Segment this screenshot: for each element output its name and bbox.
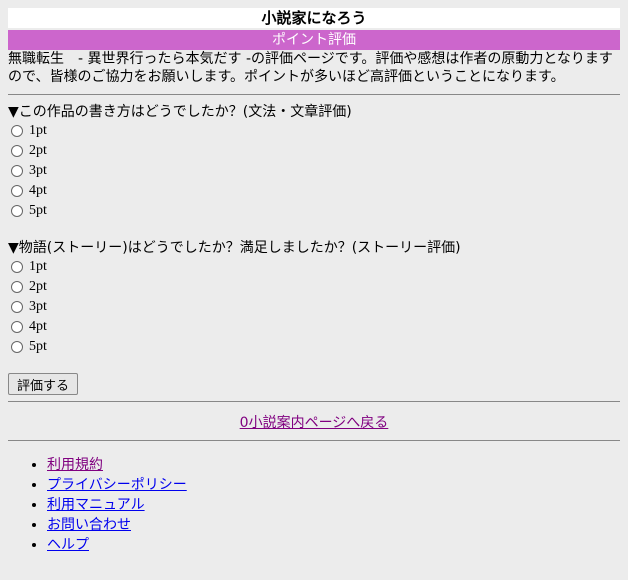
rating-option[interactable]: 2pt — [8, 277, 620, 297]
radio-button[interactable] — [11, 321, 23, 333]
list-item: 利用規約 — [47, 455, 620, 475]
question-style: ▼この作品の書き方はどうでしたか？(文法・文章評価) 1pt 2pt 3pt 4… — [8, 103, 620, 221]
radio-button[interactable] — [11, 301, 23, 313]
list-item: ヘルプ — [47, 535, 620, 555]
rating-option[interactable]: 1pt — [8, 121, 620, 141]
question-title: ▼この作品の書き方はどうでしたか？(文法・文章評価) — [8, 104, 352, 120]
option-label: 4pt — [29, 319, 47, 334]
list-item: 利用マニュアル — [47, 495, 620, 515]
site-title: 小説家になろう — [8, 8, 620, 28]
rating-option[interactable]: 5pt — [8, 337, 620, 357]
list-item: お問い合わせ — [47, 515, 620, 535]
radio-button[interactable] — [11, 205, 23, 217]
contact-link[interactable]: お問い合わせ — [47, 517, 131, 533]
rating-option[interactable]: 4pt — [8, 317, 620, 337]
rating-option[interactable]: 2pt — [8, 141, 620, 161]
privacy-policy-link[interactable]: プライバシーポリシー — [47, 477, 187, 493]
option-label: 5pt — [29, 203, 47, 218]
option-label: 3pt — [29, 163, 47, 178]
submit-rating-button[interactable]: 評価する — [8, 373, 78, 395]
option-label: 1pt — [29, 123, 47, 138]
rating-option[interactable]: 4pt — [8, 181, 620, 201]
back-link-row: 0小説案内ページへ戻る — [8, 412, 620, 432]
option-label: 2pt — [29, 279, 47, 294]
radio-button[interactable] — [11, 261, 23, 273]
help-link[interactable]: ヘルプ — [47, 537, 89, 553]
rating-option[interactable]: 5pt — [8, 201, 620, 221]
question-story: ▼物語(ストーリー)はどうでしたか？満足しましたか？(ストーリー評価) 1pt … — [8, 239, 620, 357]
radio-button[interactable] — [11, 185, 23, 197]
divider — [8, 94, 620, 95]
option-label: 5pt — [29, 339, 47, 354]
divider — [8, 440, 620, 441]
radio-button[interactable] — [11, 145, 23, 157]
page-label-bar: ポイント評価 — [8, 30, 620, 50]
question-title: ▼物語(ストーリー)はどうでしたか？満足しましたか？(ストーリー評価) — [8, 240, 461, 256]
radio-button[interactable] — [11, 125, 23, 137]
rating-option[interactable]: 3pt — [8, 297, 620, 317]
radio-button[interactable] — [11, 341, 23, 353]
option-label: 3pt — [29, 299, 47, 314]
option-label: 1pt — [29, 259, 47, 274]
manual-link[interactable]: 利用マニュアル — [47, 497, 145, 513]
radio-button[interactable] — [11, 165, 23, 177]
radio-button[interactable] — [11, 281, 23, 293]
rating-option[interactable]: 3pt — [8, 161, 620, 181]
intro-text: 無職転生 - 異世界行ったら本気だす -の評価ページです。評価や感想は作者の原動… — [8, 51, 613, 85]
list-item: プライバシーポリシー — [47, 475, 620, 495]
terms-link[interactable]: 利用規約 — [47, 457, 103, 473]
rating-option[interactable]: 1pt — [8, 257, 620, 277]
option-label: 4pt — [29, 183, 47, 198]
page: 小説家になろう ポイント評価 無職転生 - 異世界行ったら本気だす -の評価ペー… — [8, 8, 620, 555]
divider — [8, 401, 620, 402]
back-to-novel-link[interactable]: 0小説案内ページへ戻る — [240, 415, 389, 431]
footer-links: 利用規約 プライバシーポリシー 利用マニュアル お問い合わせ ヘルプ — [8, 455, 620, 555]
option-label: 2pt — [29, 143, 47, 158]
